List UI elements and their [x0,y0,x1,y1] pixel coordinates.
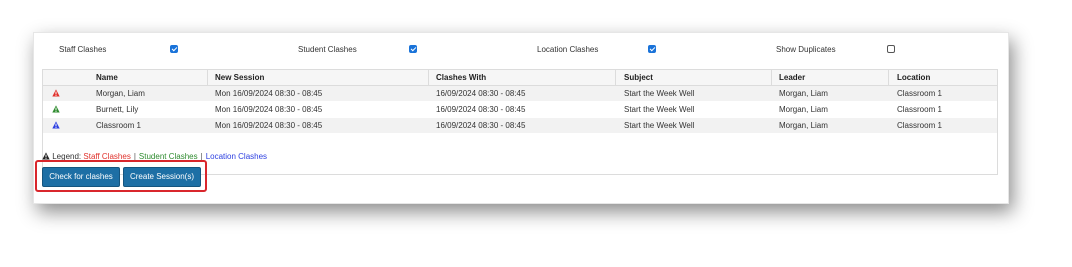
cell-subject: Start the Week Well [624,105,695,114]
filter-label-show-duplicates: Show Duplicates [776,45,836,54]
cell-new-session: Mon 16/09/2024 08:30 - 08:45 [215,89,323,98]
table-header-row: Name New Session Clashes With Subject Le… [43,70,997,86]
filter-label-staff-clashes: Staff Clashes [59,45,107,54]
location-clashes-checkbox[interactable] [648,45,656,53]
student-clash-warning-icon [52,105,60,113]
filter-label-student-clashes: Student Clashes [298,45,357,54]
student-clashes-checkbox[interactable] [409,45,417,53]
table-row[interactable]: Burnett, Lily Mon 16/09/2024 08:30 - 08:… [43,102,997,117]
show-duplicates-checkbox[interactable] [887,45,895,53]
table-row[interactable]: Classroom 1 Mon 16/09/2024 08:30 - 08:45… [43,118,997,133]
filter-label-location-clashes: Location Clashes [537,45,599,54]
legend-warning-icon [42,152,50,160]
column-header-new-session[interactable]: New Session [215,73,264,82]
column-header-subject[interactable]: Subject [624,73,653,82]
cell-new-session: Mon 16/09/2024 08:30 - 08:45 [215,121,323,130]
highlight-box [35,160,207,192]
cell-subject: Start the Week Well [624,121,695,130]
cell-leader: Morgan, Liam [779,105,828,114]
cell-name: Morgan, Liam [96,89,145,98]
column-divider [615,70,616,86]
cell-clashes-with: 16/09/2024 08:30 - 08:45 [436,121,526,130]
column-header-clashes-with[interactable]: Clashes With [436,73,486,82]
cell-location: Classroom 1 [897,121,942,130]
cell-leader: Morgan, Liam [779,121,828,130]
column-header-name[interactable]: Name [96,73,118,82]
column-divider [207,70,208,86]
cell-new-session: Mon 16/09/2024 08:30 - 08:45 [215,105,323,114]
cell-location: Classroom 1 [897,105,942,114]
column-divider [771,70,772,86]
clash-filters: Staff Clashes Student Clashes Location C… [34,33,1008,67]
cell-subject: Start the Week Well [624,89,695,98]
column-header-leader[interactable]: Leader [779,73,805,82]
legend-location-clashes: Location Clashes [205,152,268,161]
column-divider [888,70,889,86]
staff-clash-warning-icon [52,89,60,97]
location-clash-warning-icon [52,121,60,129]
column-divider [428,70,429,86]
table-row[interactable]: Morgan, Liam Mon 16/09/2024 08:30 - 08:4… [43,86,997,101]
staff-clashes-checkbox[interactable] [170,45,178,53]
cell-clashes-with: 16/09/2024 08:30 - 08:45 [436,89,526,98]
column-header-location[interactable]: Location [897,73,930,82]
cell-name: Classroom 1 [96,121,141,130]
cell-clashes-with: 16/09/2024 08:30 - 08:45 [436,105,526,114]
cell-location: Classroom 1 [897,89,942,98]
cell-name: Burnett, Lily [96,105,139,114]
cell-leader: Morgan, Liam [779,89,828,98]
